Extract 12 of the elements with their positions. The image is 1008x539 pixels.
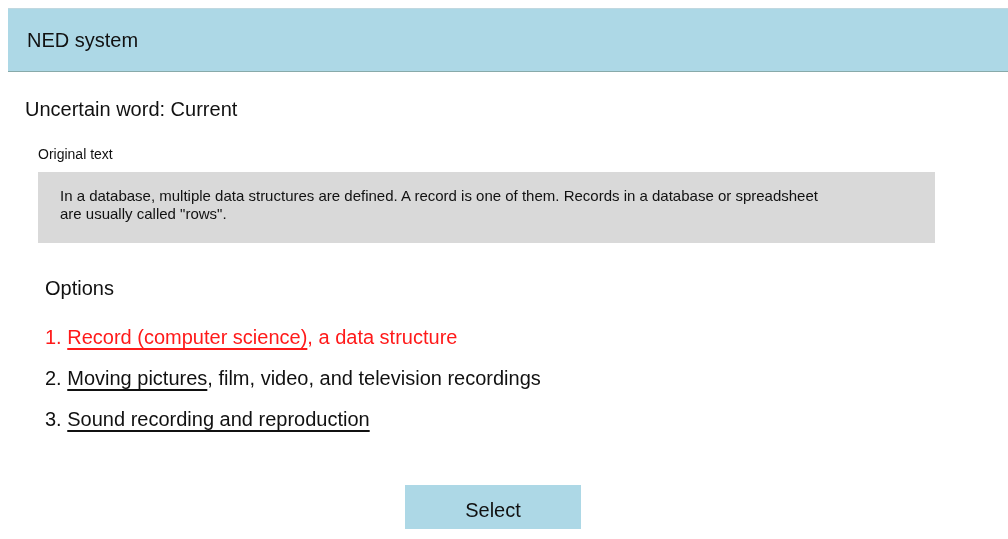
select-button[interactable]: Select — [405, 485, 581, 529]
original-text: In a database, multiple data structures are defined. A record is one of them. Records in a database or spreadsheet are usually called "rows". — [60, 187, 819, 223]
option-link[interactable]: Record (computer science) — [67, 326, 308, 348]
app-title: NED system — [27, 28, 139, 52]
option-link[interactable]: Sound recording and reproduction — [67, 408, 370, 430]
option-link[interactable]: Moving pictures — [67, 367, 208, 389]
uncertain-word-label: Uncertain word: Current — [25, 98, 239, 121]
original-text-label: Original text — [38, 146, 114, 162]
option-item[interactable]: 1. Record (computer science), a data structure — [45, 325, 1008, 349]
option-item[interactable]: 3. Sound recording and reproduction — [45, 407, 1008, 431]
options-heading: Options — [45, 277, 115, 300]
option-item[interactable]: 2. Moving pictures, film, video, and television recordings — [45, 366, 1008, 390]
